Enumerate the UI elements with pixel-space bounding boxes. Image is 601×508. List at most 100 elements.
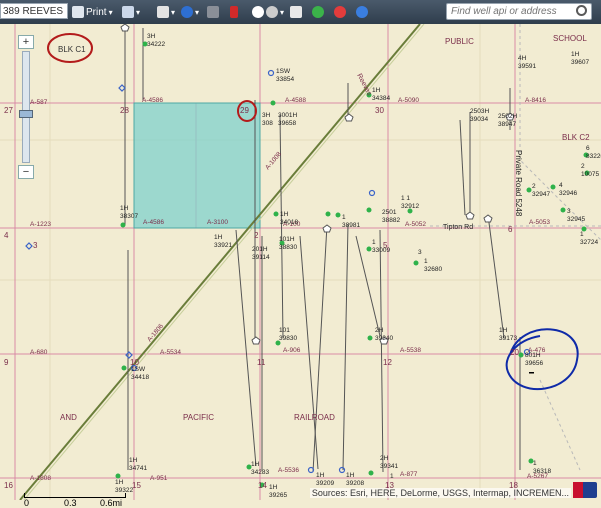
well-number: 2501 — [382, 209, 397, 216]
abstract-label: A-5090 — [398, 97, 419, 104]
abstract-label: A-3100 — [207, 219, 228, 226]
flag-button[interactable] — [230, 4, 240, 20]
well-number: 1H — [269, 484, 278, 491]
well-number: 1 — [580, 231, 584, 238]
well-number: 1 — [390, 473, 394, 480]
well-number: 101H — [279, 236, 295, 243]
toolbar: Print ▾ ▾ ▾ ▾ ▾ — [0, 0, 601, 24]
scale-bar: 0 0.3 0.6mi — [4, 493, 126, 508]
well-api: 38830 — [279, 244, 297, 251]
zoom-slider[interactable]: + − — [18, 35, 34, 179]
well-api: 308 — [262, 120, 273, 127]
go-button[interactable] — [312, 4, 326, 20]
well-api: 32947 — [532, 191, 550, 198]
info-button[interactable]: ▾ — [181, 4, 199, 20]
attribution: Sources: Esri, HERE, DeLorme, USGS, Inte… — [309, 488, 571, 498]
well-api: 39830 — [279, 335, 297, 342]
info-icon — [181, 6, 193, 18]
abstract-label: A-951 — [150, 475, 168, 482]
well-number: 1H — [129, 457, 138, 464]
well-api: 39591 — [518, 63, 536, 70]
well-api: 39607 — [571, 59, 589, 66]
well-number: 1H — [346, 472, 355, 479]
section-number: 29 — [240, 106, 249, 115]
well-number: 2H — [375, 327, 384, 334]
abstract-label: A-1808 — [30, 475, 51, 482]
abstract-label: A-877 — [400, 471, 418, 478]
well-api: 39240 — [375, 335, 393, 342]
abstract-label: A-1223 — [30, 221, 51, 228]
area-label: Private Road 5248 — [514, 150, 523, 217]
well-api: 33854 — [276, 76, 294, 83]
abstract-label: A-4588 — [285, 97, 306, 104]
well-number: 1 — [533, 460, 537, 467]
well-number: 1 1 — [401, 195, 410, 202]
well-api: 32946 — [559, 190, 577, 197]
well-api: 10075 — [581, 171, 599, 178]
map-canvas[interactable]: BLK C1 BLK C2 PUBLIC SCHOOL AND PACIFIC RAILRO… — [0, 24, 601, 500]
print-icon — [72, 6, 84, 18]
county-input[interactable] — [0, 3, 68, 19]
well-number: 101 — [279, 327, 290, 334]
draw-button[interactable] — [207, 4, 221, 20]
block-label: BLK C1 — [58, 45, 86, 54]
well-api: 32680 — [424, 266, 442, 273]
locate-button[interactable]: ▾ — [266, 4, 284, 20]
well-api: 39656 — [525, 360, 543, 367]
well-number: 1 — [424, 258, 428, 265]
section-number: 6 — [508, 225, 513, 234]
search-input[interactable] — [446, 3, 592, 20]
zoom-handle[interactable] — [19, 110, 33, 118]
table-button[interactable]: ▾ — [157, 4, 175, 20]
well-api: 33921 — [214, 242, 232, 249]
well-number: 2503H — [470, 108, 489, 115]
well-api: 39034 — [470, 116, 488, 123]
well-number: 3H — [147, 33, 156, 40]
area-label: AND — [60, 413, 77, 422]
well-api: 34222 — [147, 41, 165, 48]
well-number: 1H — [280, 211, 289, 218]
section-number: 11 — [257, 358, 266, 367]
rrc-logo — [573, 482, 597, 498]
abstract-label: A-5538 — [400, 347, 421, 354]
section-number: 16 — [4, 481, 13, 490]
crosshair-icon — [252, 6, 264, 18]
print-button[interactable]: Print ▾ — [72, 4, 113, 20]
well-api: 34018 — [280, 219, 298, 226]
well-number: 801H — [525, 352, 541, 359]
well-api: 39265 — [269, 492, 287, 499]
area-label: SCHOOL — [553, 34, 587, 43]
crosshair-button[interactable] — [252, 4, 266, 20]
well-api: 33009 — [372, 247, 390, 254]
abstract-label: A-5536 — [278, 467, 299, 474]
fullextent-button[interactable] — [290, 4, 304, 20]
section-number: 4 — [4, 231, 9, 240]
well-number: 1H — [214, 234, 223, 241]
close-button[interactable] — [334, 4, 348, 20]
zoom-out-button[interactable]: − — [18, 165, 34, 179]
close-icon — [334, 6, 346, 18]
go-icon — [312, 6, 324, 18]
section-number: 9 — [4, 358, 9, 367]
abstract-label: A-5534 — [160, 349, 181, 356]
zoom-in-button[interactable]: + — [18, 35, 34, 49]
well-number: 1H — [120, 205, 129, 212]
help-icon — [356, 6, 368, 18]
area-label: PUBLIC — [445, 37, 474, 46]
well-number: 1 — [372, 239, 376, 246]
well-number: 3 — [418, 249, 422, 256]
abstract-label: A-4586 — [143, 219, 164, 226]
section-number: 15 — [132, 481, 141, 490]
well-api: 39209 — [316, 480, 334, 487]
well-api: 34418 — [131, 374, 149, 381]
well-api: 34741 — [129, 465, 147, 472]
well-api: 32912 — [401, 203, 419, 210]
area-label: PACIFIC — [183, 413, 214, 422]
well-api: 39658 — [278, 120, 296, 127]
well-api: 83220 — [586, 153, 601, 160]
search-icon[interactable] — [576, 5, 587, 16]
help-button[interactable] — [356, 4, 370, 20]
layers-button[interactable]: ▾ — [122, 4, 140, 20]
abstract-label: A-680 — [30, 349, 48, 356]
section-number: 12 — [383, 358, 392, 367]
